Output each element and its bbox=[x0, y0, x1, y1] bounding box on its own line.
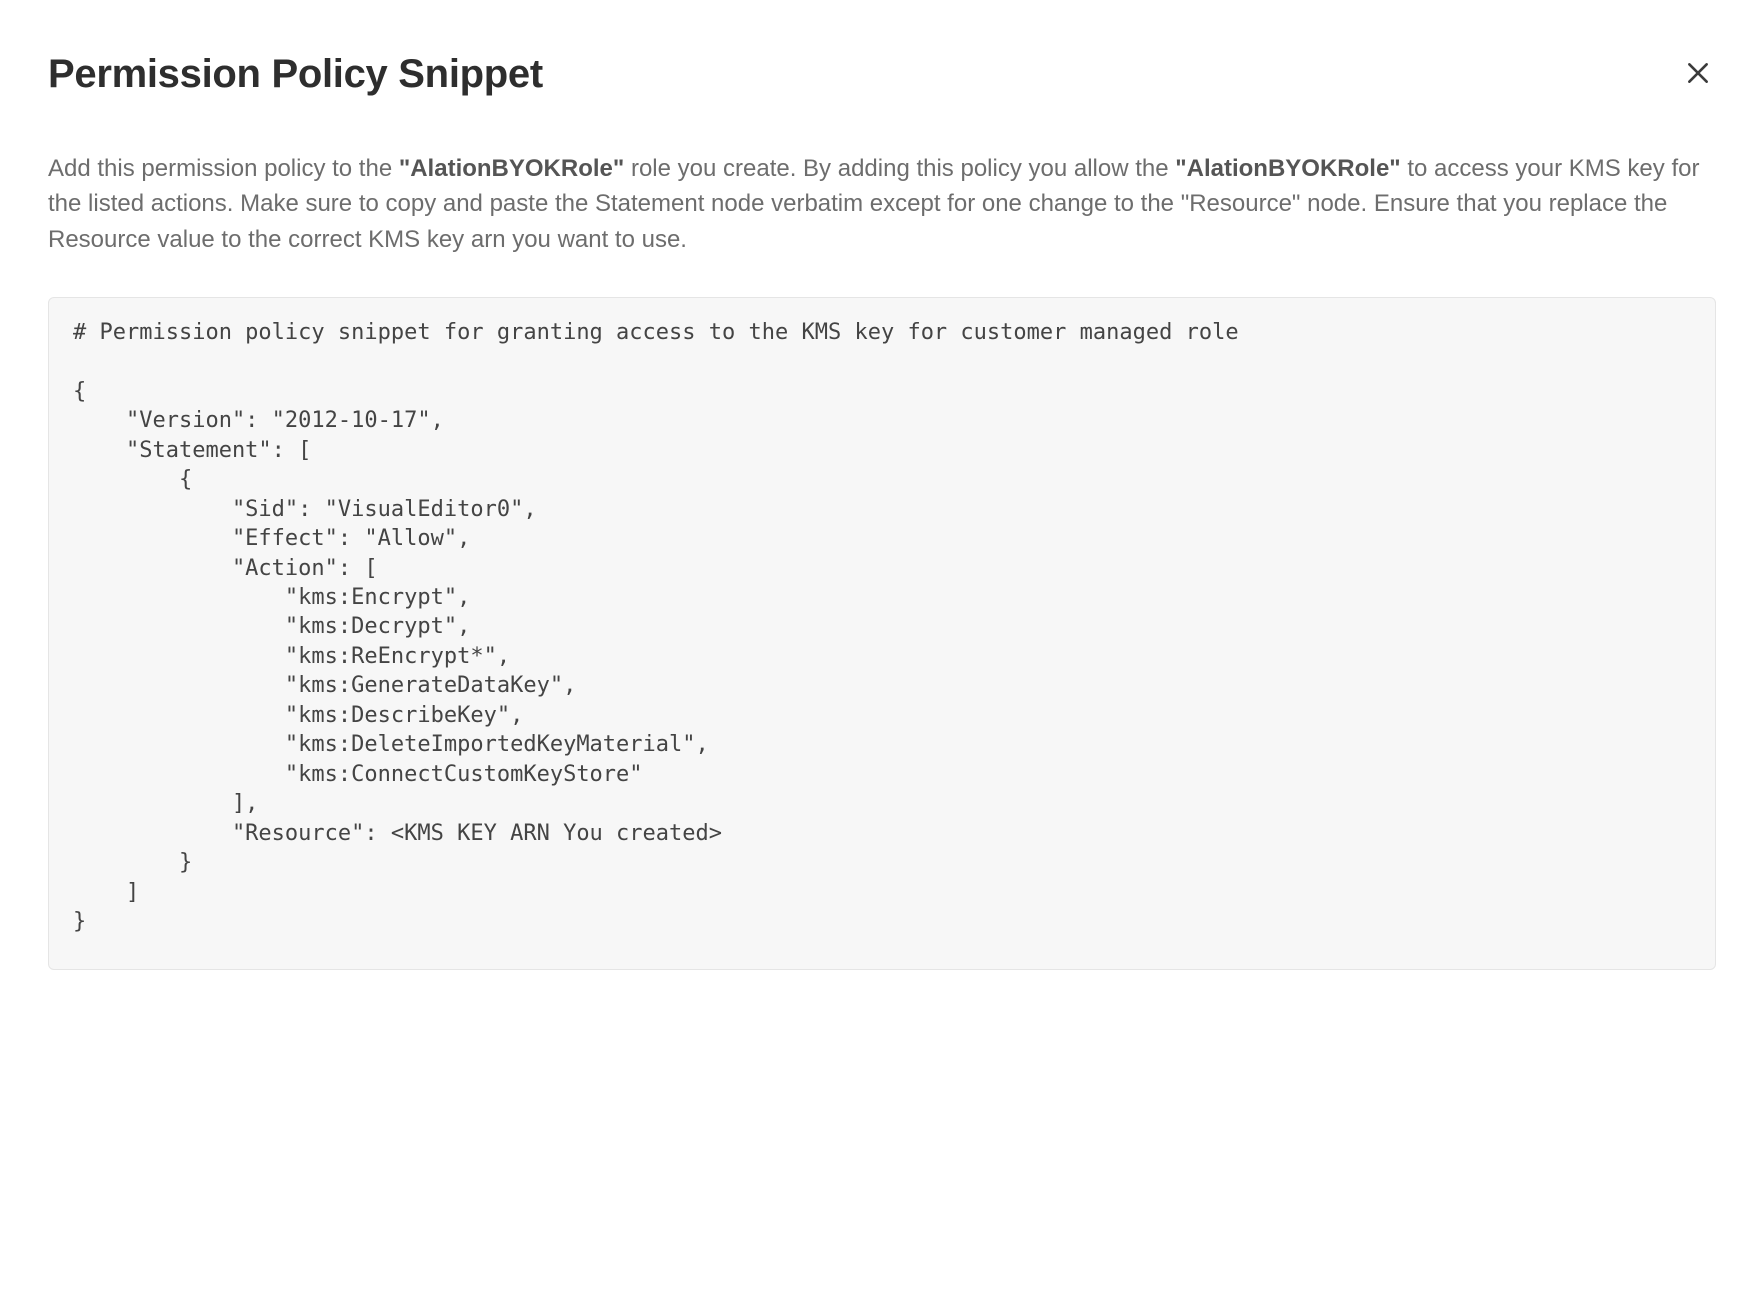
dialog-title: Permission Policy Snippet bbox=[48, 52, 543, 97]
desc-part2: role you create. By adding this policy y… bbox=[624, 155, 1175, 182]
desc-part1: Add this permission policy to the bbox=[48, 155, 399, 182]
close-button[interactable] bbox=[1680, 57, 1716, 93]
close-icon bbox=[1685, 60, 1711, 89]
dialog-header: Permission Policy Snippet bbox=[48, 52, 1716, 97]
permission-policy-dialog: Permission Policy Snippet Add this permi… bbox=[0, 0, 1764, 1294]
role-name-1: "AlationBYOKRole" bbox=[399, 155, 624, 182]
policy-code-block[interactable]: # Permission policy snippet for granting… bbox=[48, 297, 1716, 970]
dialog-description: Add this permission policy to the "Alati… bbox=[48, 151, 1716, 257]
role-name-2: "AlationBYOKRole" bbox=[1175, 155, 1400, 182]
